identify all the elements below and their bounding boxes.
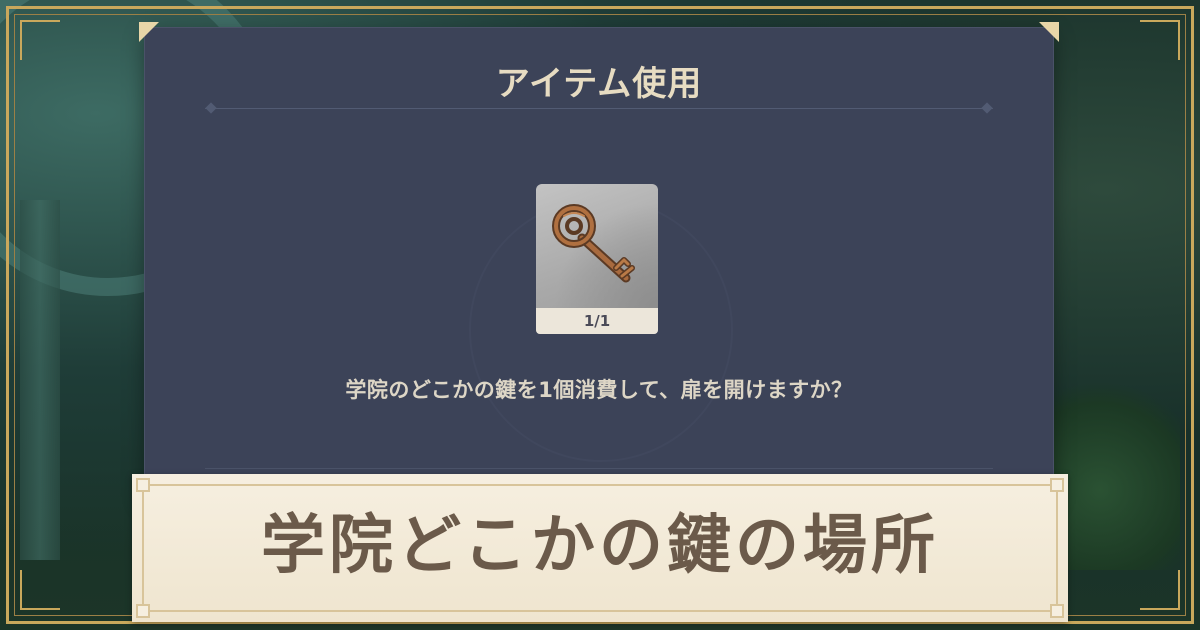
banner-corner-ornament	[1050, 478, 1064, 492]
dialog-corner-ornament	[1039, 22, 1059, 42]
item-count-label: 1/1	[536, 308, 658, 334]
title-banner: 学院どこかの鍵の場所	[132, 474, 1068, 622]
confirm-message: 学院のどこかの鍵を1個消費して、扉を開けますか？	[345, 378, 853, 402]
frame-corner-ornament	[1140, 570, 1180, 610]
screenshot-stage: アイテム使用 1/1 学院のどこかの鍵を1個消費して、扉を開けますか？ 学院どこ…	[0, 0, 1200, 630]
frame-corner-ornament	[20, 20, 60, 60]
banner-corner-ornament	[136, 478, 150, 492]
bottom-divider	[205, 468, 993, 469]
background-pillar	[20, 200, 60, 560]
banner-corner-ornament	[136, 604, 150, 618]
banner-title: 学院どこかの鍵の場所	[260, 508, 940, 583]
item-card[interactable]: 1/1	[536, 184, 658, 334]
dialog-title: アイテム使用	[495, 64, 703, 104]
banner-corner-ornament	[1050, 604, 1064, 618]
frame-corner-ornament	[1140, 20, 1180, 60]
frame-corner-ornament	[20, 570, 60, 610]
dialog-corner-ornament	[139, 22, 159, 42]
key-icon	[552, 204, 635, 283]
title-divider	[205, 108, 993, 109]
item-use-dialog: アイテム使用 1/1 学院のどこかの鍵を1個消費して、扉を開けますか？	[139, 22, 1053, 498]
